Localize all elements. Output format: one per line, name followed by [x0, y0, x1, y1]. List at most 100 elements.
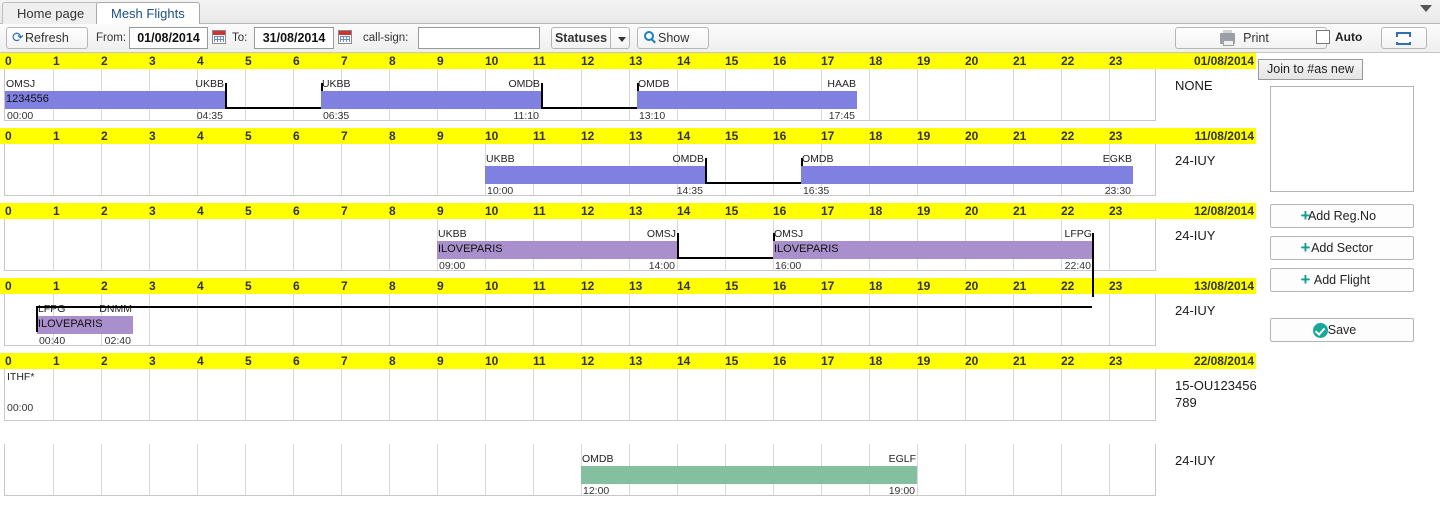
refresh-button[interactable]: ⟳ Refresh: [6, 27, 88, 49]
ground-connector: [704, 158, 707, 184]
flight-segment-bar[interactable]: OMSJ LFPG ILOVEPARIS: [773, 228, 1093, 259]
to-date-input[interactable]: [254, 27, 334, 49]
hour-ruler: 0 1 2 3 4 5 6 7 8 9 10 11 12 13 14 15 16 17 18 19 20 21 22 23 13…: [0, 278, 1256, 294]
hour-tick-label: 16: [773, 54, 787, 68]
flight-segment-bar[interactable]: OMDB EGLF: [581, 453, 917, 484]
grid-line: [581, 69, 582, 120]
hour-tick-label: 4: [197, 54, 204, 68]
gantt-row[interactable]: ITHF* 00:00: [4, 369, 1156, 421]
gantt-day-group: 0 1 2 3 4 5 6 7 8 9 10 11 12 13 14 15 16 17 18 19 20 21 22 23 22…: [0, 353, 1260, 421]
grid-line: [101, 369, 102, 420]
hour-tick-label: 3: [149, 279, 156, 293]
hour-tick-label: 21: [1013, 354, 1027, 368]
gantt-row[interactable]: OMDB EGLF 12:00 19:00: [4, 444, 1156, 496]
tab-mesh-flights[interactable]: Mesh Flights: [96, 2, 200, 26]
hour-tick-label: 19: [917, 354, 931, 368]
flight-segment-bar[interactable]: UKBB OMDB: [485, 153, 705, 184]
hour-tick-label: 23: [1109, 54, 1123, 68]
hour-tick-label: 17: [821, 204, 835, 218]
flight-segment-bar[interactable]: UKBB OMSJ ILOVEPARIS: [437, 228, 677, 259]
flight-segment-bar[interactable]: LFPG DNMM ILOVEPARIS: [36, 303, 133, 334]
grid-line: [965, 369, 966, 420]
gantt-row[interactable]: UKBB OMDB 10:00 14:35 OMDB EGKB 16:35 23:30: [4, 144, 1156, 196]
gantt-chart: 0 1 2 3 4 5 6 7 8 9 10 11 12 13 14 15 16 17 18 19 20 21 22 23 01…: [0, 53, 1440, 510]
grid-line: [773, 294, 774, 345]
hour-tick-label: 8: [389, 204, 396, 218]
segment-origin-code: ITHF*: [7, 371, 35, 383]
segment-end-time: 22:40: [1064, 260, 1091, 271]
hour-tick-label: 18: [869, 204, 883, 218]
call-sign-input[interactable]: [418, 27, 540, 49]
hour-tick-label: 5: [245, 279, 252, 293]
add-sector-button[interactable]: Add Sector: [1270, 236, 1414, 260]
segment-flight-label: ILOVEPARIS: [438, 243, 503, 255]
grid-line: [1061, 294, 1062, 345]
hour-tick-label: 11: [533, 129, 546, 143]
hour-tick-label: 14: [677, 279, 691, 293]
grid-line: [389, 294, 390, 345]
segment-end-time: 02:40: [104, 335, 131, 346]
segment-origin-code: OMDB: [582, 453, 614, 465]
print-button[interactable]: Print: [1175, 27, 1327, 49]
grid-line: [1061, 69, 1062, 120]
tab-home-page[interactable]: Home page: [2, 2, 100, 25]
grid-line: [245, 69, 246, 120]
hour-tick-label: 16: [773, 354, 787, 368]
ground-connector: [540, 83, 543, 109]
save-label: Save: [1327, 323, 1357, 337]
plus-icon: [1299, 274, 1312, 287]
grid-line: [245, 444, 246, 495]
gantt-row[interactable]: UKBB OMSJ ILOVEPARIS 09:00 14:00 OMSJ LFPG ILOV…: [4, 219, 1156, 271]
chevron-down-icon[interactable]: [1420, 5, 1432, 12]
fullscreen-button[interactable]: [1381, 27, 1427, 49]
registration-label: 24-IUY: [1175, 453, 1216, 468]
hour-tick-label: 8: [389, 354, 396, 368]
hour-tick-label: 9: [437, 279, 444, 293]
grid-line: [917, 369, 918, 420]
statuses-button[interactable]: Statuses: [551, 27, 611, 49]
gantt-day-group: 0 1 2 3 4 5 6 7 8 9 10 11 12 13 14 15 16 17 18 19 20 21 22 23 12…: [0, 203, 1260, 271]
registration-label: 24-IUY: [1175, 228, 1216, 243]
calendar-icon-from[interactable]: [212, 30, 226, 44]
hour-tick-label: 2: [101, 54, 108, 68]
add-flight-button[interactable]: Add Flight: [1270, 268, 1414, 292]
assignment-list[interactable]: [1270, 86, 1414, 192]
day-date-label: 13/08/2014: [1193, 279, 1254, 293]
from-date-input[interactable]: [129, 27, 208, 49]
calendar-icon-to[interactable]: [338, 30, 352, 44]
show-button[interactable]: Show: [637, 27, 709, 49]
check-circle-icon: [1313, 323, 1328, 338]
hour-tick-label: 0: [5, 204, 12, 218]
segment-origin-code: OMDB: [801, 153, 834, 165]
hour-tick-label: 9: [437, 129, 444, 143]
flight-segment-bar[interactable]: UKBB OMDB: [320, 78, 541, 109]
segment-destination-code: LFPG: [1064, 228, 1092, 240]
add-regno-label: Add Reg.No: [1307, 209, 1377, 223]
gantt-row[interactable]: OMSJ UKBB 1234556 00:00 04:35 UKBB OMDB 06:35 11…: [4, 69, 1156, 121]
refresh-icon: ⟳: [12, 29, 24, 45]
statuses-dropdown-toggle[interactable]: [610, 27, 630, 49]
hour-tick-label: 14: [677, 354, 691, 368]
grid-line: [437, 294, 438, 345]
grid-line: [245, 219, 246, 270]
flight-segment-bar[interactable]: OMSJ UKBB 1234556: [5, 78, 225, 109]
add-regno-button[interactable]: Add Reg.No: [1270, 204, 1414, 228]
hour-tick-label: 15: [725, 129, 739, 143]
segment-destination-code: UKBB: [195, 78, 224, 90]
to-label: To:: [232, 32, 248, 44]
join-as-new-button[interactable]: Join to #as new: [1258, 59, 1363, 80]
hour-tick-label: 7: [341, 279, 348, 293]
gantt-row[interactable]: LFPG DNMM ILOVEPARIS 00:40 02:40: [4, 294, 1156, 346]
save-button[interactable]: Save: [1270, 318, 1414, 342]
grid-line: [1109, 69, 1110, 120]
flight-segment-bar[interactable]: OMDB EGKB: [800, 153, 1133, 184]
segment-flight-label: ILOVEPARIS: [37, 318, 103, 330]
ground-connector: [540, 107, 637, 109]
segment-destination-code: DNMM: [99, 303, 132, 315]
flight-segment-bar[interactable]: OMDB HAAB: [636, 78, 857, 109]
grid-line: [245, 144, 246, 195]
grid-line: [389, 369, 390, 420]
segment-start-time: 13:10: [638, 110, 666, 121]
hour-tick-label: 17: [821, 279, 835, 293]
grid-line: [197, 294, 198, 345]
